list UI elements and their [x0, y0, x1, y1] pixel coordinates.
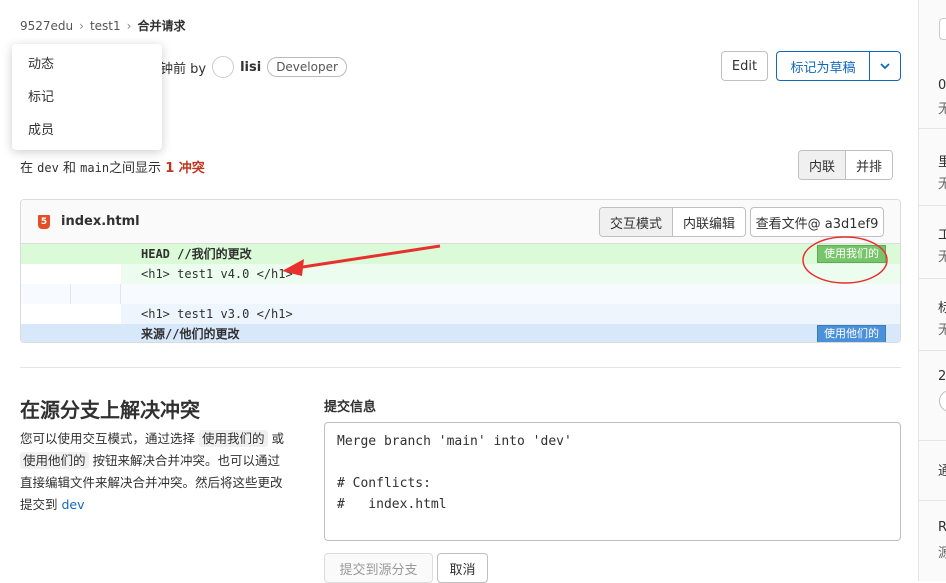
sidebar-item: 无 [938, 173, 946, 192]
mark-draft-dropdown-button[interactable] [869, 51, 901, 81]
meta-time: 钟前 by [160, 61, 207, 77]
sidebar-item[interactable]: 里 [938, 151, 946, 170]
theirs-header-line: 来源//他们的更改 使用他们的 [21, 324, 900, 342]
breadcrumb: 9527edu › test1 › 合并请求 [20, 17, 185, 34]
summary-and: 和 [62, 161, 76, 176]
desc-part: 或 [271, 431, 285, 446]
sidebar-divider [919, 500, 946, 501]
conflict-count: 1 冲突 [165, 161, 205, 176]
html5-icon: 5 [38, 215, 50, 229]
merge-request-page: 9527edu › test1 › 合并请求 钟前 by lisi Develo… [0, 0, 918, 583]
chevron-right-icon: › [79, 18, 84, 33]
file-name: index.html [61, 214, 140, 229]
ours-code-line: <h1> test1 v4.0 </h1> [21, 264, 900, 284]
use-ours-pill: 使用我们的 [199, 430, 268, 447]
use-theirs-button[interactable]: 使用他们的 [817, 325, 886, 342]
breadcrumb-current[interactable]: 合并请求 [137, 17, 185, 34]
summary-between: 之间显示 [109, 161, 162, 176]
edit-button[interactable]: Edit [721, 51, 768, 81]
theirs-code-line: <h1> test1 v3.0 </h1> [21, 304, 900, 324]
line-gutter [21, 264, 121, 284]
dropdown-menu: 动态 标记 成员 [12, 44, 162, 150]
theirs-code-text: <h1> test1 v3.0 </h1> [141, 307, 293, 321]
commit-message-label: 提交信息 [324, 400, 377, 415]
sidebar-item: 无 [938, 246, 946, 265]
use-ours-button[interactable]: 使用我们的 [817, 245, 886, 263]
dropdown-item-activity[interactable]: 动态 [12, 52, 162, 85]
breadcrumb-group[interactable]: 9527edu [20, 19, 73, 33]
section-divider [20, 367, 901, 368]
avatar[interactable] [212, 56, 235, 78]
file-header: 5 index.html 交互模式 内联编辑 查看文件@ a3d1ef9 [21, 200, 900, 244]
mr-meta: 钟前 by lisi Developer [160, 56, 347, 78]
line-gutter [21, 284, 71, 304]
view-file-button[interactable]: 查看文件@ a3d1ef9 [750, 207, 884, 237]
use-theirs-pill: 使用他们的 [20, 452, 89, 469]
ours-header-text: HEAD //我们的更改 [141, 247, 252, 261]
sidebar-toggle-box[interactable] [939, 18, 946, 40]
sidebar-divider [919, 350, 946, 351]
sidebar-divider [919, 440, 946, 441]
role-badge: Developer [267, 57, 347, 77]
target-branch: main [80, 161, 110, 175]
view-inline-button[interactable]: 内联 [799, 151, 846, 179]
cancel-button[interactable]: 取消 [437, 553, 488, 583]
sidebar-item[interactable]: 标 [938, 297, 946, 316]
resolve-description: 您可以使用交互模式，通过选择 使用我们的 或 使用他们的 按钮来解决合并冲突。也… [20, 428, 290, 516]
interactive-mode-button[interactable]: 交互模式 [600, 208, 673, 236]
dropdown-item-members[interactable]: 成员 [12, 118, 162, 151]
sidebar-item: 0 [938, 78, 946, 93]
sidebar-item: 无 [938, 319, 946, 338]
inline-edit-button[interactable]: 内联编辑 [672, 208, 746, 236]
sidebar-item[interactable]: 通 [938, 460, 946, 479]
summary-in: 在 [20, 161, 34, 176]
source-branch-link[interactable]: dev [62, 497, 85, 512]
sidebar-item: 无 [938, 98, 946, 117]
chevron-right-icon: › [126, 18, 132, 33]
conflict-file-panel: 5 index.html 交互模式 内联编辑 查看文件@ a3d1ef9 HEA… [20, 199, 901, 343]
empty-line [21, 284, 900, 304]
view-side-by-side-button[interactable]: 并排 [845, 151, 893, 179]
sidebar-divider [919, 205, 946, 206]
line-gutter [21, 304, 121, 324]
author-name[interactable]: lisi [240, 60, 261, 75]
sidebar-item[interactable]: 工 [938, 224, 946, 243]
mark-draft-button[interactable]: 标记为草稿 [776, 51, 870, 81]
sidebar-divider [919, 128, 946, 129]
avatar[interactable] [939, 390, 946, 412]
resolve-title: 在源分支上解决冲突 [20, 398, 200, 422]
line-gutter [71, 284, 121, 304]
theirs-header-text: 来源//他们的更改 [141, 327, 240, 341]
view-toggle: 内联 并排 [798, 150, 894, 180]
source-branch: dev [37, 161, 59, 175]
desc-part: 您可以使用交互模式，通过选择 [20, 431, 196, 446]
chevron-down-icon [880, 63, 890, 70]
sidebar-item: R [938, 520, 946, 535]
ours-header-line: HEAD //我们的更改 使用我们的 [21, 244, 900, 264]
sidebar-item: 2 [938, 369, 946, 384]
commit-message-input[interactable]: Merge branch 'main' into 'dev' # Conflic… [324, 422, 901, 541]
conflict-summary: 在 dev 和 main之间显示 1 冲突 [20, 157, 205, 176]
ours-code-text: <h1> test1 v4.0 </h1> [141, 267, 293, 281]
breadcrumb-project[interactable]: test1 [90, 19, 121, 33]
commit-to-source-button[interactable]: 提交到源分支 [324, 553, 433, 583]
right-sidebar: 0 无 里 无 工 无 标 无 2 通 R 源 [918, 0, 946, 581]
dropdown-item-labels[interactable]: 标记 [12, 85, 162, 118]
resolve-mode-toggle: 交互模式 内联编辑 [599, 207, 747, 237]
sidebar-item: 源 [938, 542, 946, 561]
sidebar-divider [919, 278, 946, 279]
